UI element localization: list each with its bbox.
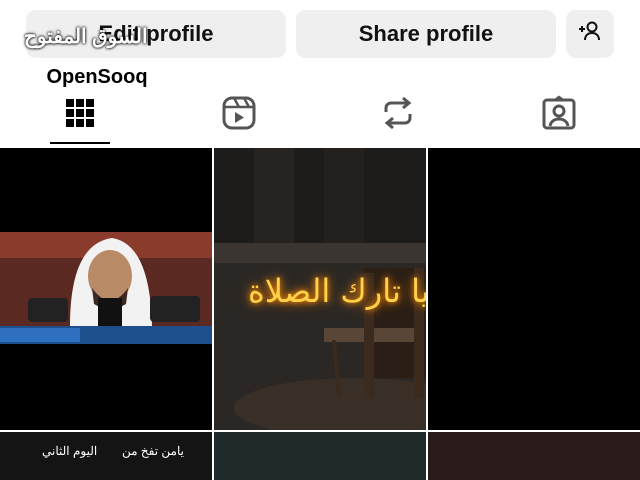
reels-icon: [221, 95, 257, 136]
share-profile-label: Share profile: [358, 21, 494, 46]
post-tile-4[interactable]: اليوم الثاني يامن تفخ من: [0, 432, 212, 480]
post-tile-3[interactable]: [428, 148, 640, 430]
active-tab-indicator: [50, 142, 110, 144]
repost-icon: [381, 95, 415, 136]
grid-icon: [64, 97, 96, 134]
dark-thumbnail: [428, 148, 640, 430]
tab-reposts[interactable]: [348, 90, 448, 140]
post-tile-6[interactable]: [428, 432, 640, 480]
tab-tagged[interactable]: [509, 90, 609, 140]
post-tile-2[interactable]: يا تارك الصلاة: [214, 148, 426, 430]
posts-grid: يا تارك الصلاة اليوم الثاني يامن تفخ من: [0, 148, 640, 480]
profile-tabs: [0, 90, 640, 146]
share-profile-button[interactable]: Share profile: [296, 10, 556, 58]
tile4-caption-right: يامن تفخ من: [122, 444, 184, 458]
post-tile-1[interactable]: [0, 148, 212, 430]
add-person-icon: [577, 20, 603, 48]
tile4-caption-left: اليوم الثاني: [42, 444, 98, 458]
post-tile-5[interactable]: [214, 432, 426, 480]
opensooq-label: OpenSooq: [46, 65, 148, 88]
tab-posts[interactable]: [30, 90, 130, 140]
tagged-icon: [541, 94, 577, 136]
opensooq-watermark: OpenSooq: [26, 60, 168, 94]
tab-reels[interactable]: [189, 90, 289, 140]
neon-sign-text: يا تارك الصلاة: [248, 272, 426, 310]
watermark-arabic: السوق المفتوح: [24, 26, 148, 48]
sheikh-video-thumbnail: [0, 148, 212, 430]
add-friend-button[interactable]: [566, 10, 614, 58]
